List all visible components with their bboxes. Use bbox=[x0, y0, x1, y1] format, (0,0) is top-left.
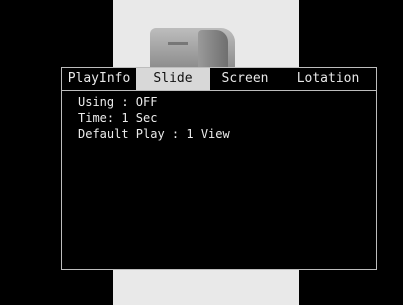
setting-using[interactable]: Using : OFF bbox=[78, 94, 376, 110]
tab-playinfo[interactable]: PlayInfo bbox=[62, 68, 136, 90]
device-image-side bbox=[198, 30, 228, 70]
setting-time[interactable]: Time: 1 Sec bbox=[78, 110, 376, 126]
tab-lotation[interactable]: Lotation bbox=[280, 68, 376, 90]
setting-default-play[interactable]: Default Play : 1 View bbox=[78, 126, 376, 142]
device-label-mark bbox=[168, 42, 188, 45]
tab-screen[interactable]: Screen bbox=[210, 68, 280, 90]
menu-tab-bar: PlayInfo Slide Screen Lotation bbox=[62, 68, 376, 91]
osd-menu: PlayInfo Slide Screen Lotation Using : O… bbox=[61, 67, 377, 270]
settings-list: Using : OFF Time: 1 Sec Default Play : 1… bbox=[62, 91, 376, 142]
tab-slide[interactable]: Slide bbox=[136, 68, 210, 90]
